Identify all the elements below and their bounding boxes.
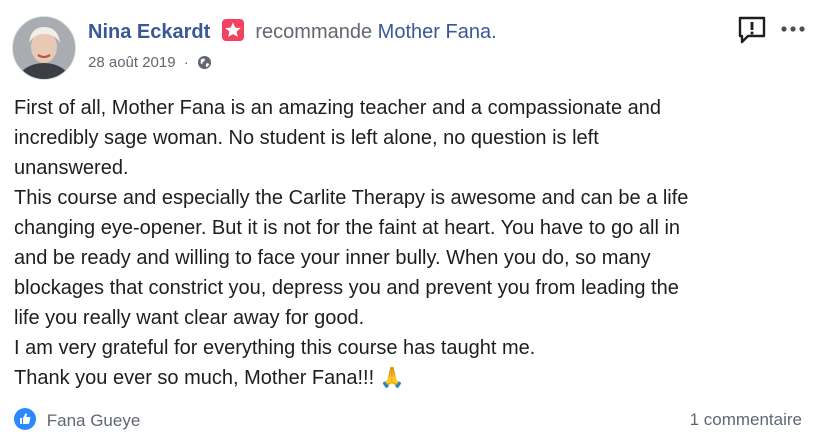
body-line: unanswered.	[14, 157, 129, 179]
comments-count[interactable]: 1 commentaire	[690, 408, 802, 432]
post-date[interactable]: 28 août 2019	[88, 54, 176, 71]
post-header: Nina Eckardt recommande Mother Fana.	[88, 19, 497, 45]
body-line: life you really want clear away for good…	[14, 307, 365, 329]
body-line: incredibly sage woman. No student is lef…	[14, 127, 599, 149]
body-line: changing eye-opener. But it is not for t…	[14, 217, 681, 239]
avatar[interactable]	[12, 16, 76, 80]
body-line: I am very grateful for everything this c…	[14, 337, 536, 359]
reactor-name[interactable]: Fana Gueye	[47, 411, 141, 430]
page-link[interactable]: Mother Fana	[378, 21, 491, 43]
body-line: and be ready and willing to face your in…	[14, 247, 651, 269]
post-body: First of all, Mother Fana is an amazing …	[14, 93, 806, 393]
meta-separator: ·	[183, 54, 189, 71]
globe-icon[interactable]	[197, 55, 212, 76]
body-line: blockages that constrict you, depress yo…	[14, 277, 679, 299]
recommends-text: recommande	[255, 21, 373, 43]
body-line: This course and especially the Carlite T…	[14, 187, 689, 209]
report-icon[interactable]	[736, 14, 768, 51]
recommend-badge-icon	[221, 19, 244, 41]
reactions-summary[interactable]: Fana Gueye	[14, 408, 140, 433]
page-suffix: .	[491, 21, 497, 43]
like-icon	[14, 408, 36, 430]
body-line: Thank you ever so much, Mother Fana!!! 🙏	[14, 367, 405, 389]
post-meta: 28 août 2019 ·	[88, 53, 212, 76]
more-options-icon[interactable]	[780, 16, 808, 38]
author-name[interactable]: Nina Eckardt	[88, 21, 210, 43]
body-line: First of all, Mother Fana is an amazing …	[14, 97, 662, 119]
